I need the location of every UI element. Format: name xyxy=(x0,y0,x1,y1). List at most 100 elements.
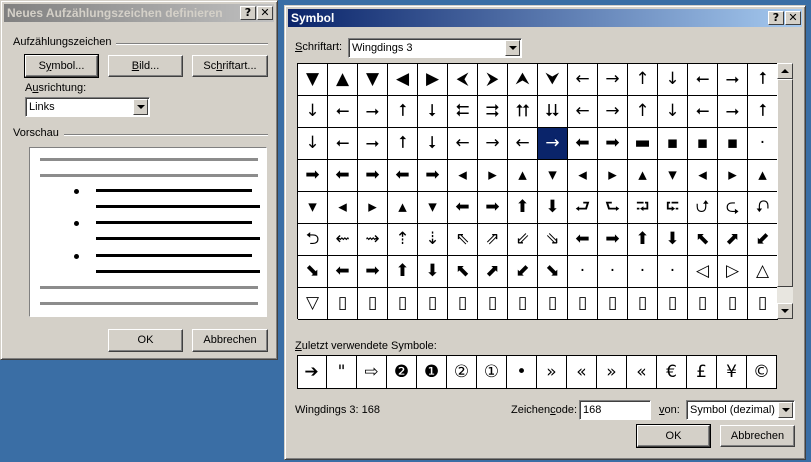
symbol-cell[interactable]: ▪ xyxy=(718,128,748,160)
symbol-cell[interactable]: ▬ xyxy=(628,128,658,160)
symbol-cell[interactable]: ➡ xyxy=(358,160,388,192)
symbol-cell[interactable]: ⬉ xyxy=(688,224,718,256)
charcode-input[interactable]: 168 xyxy=(579,400,651,420)
recent-symbol-cell[interactable]: ① xyxy=(477,356,507,388)
symbol-cell[interactable]: ⭣ xyxy=(418,96,448,128)
symbol-cell[interactable]: ➡ xyxy=(598,224,628,256)
symbol-cell[interactable]: ◀ xyxy=(388,64,418,96)
recent-symbol-cell[interactable]: • xyxy=(507,356,537,388)
symbol-cell[interactable]: ▯ xyxy=(388,288,418,320)
symbol-cell[interactable]: ▸ xyxy=(718,160,748,192)
symbol-cell[interactable]: ➡ xyxy=(598,128,628,160)
symbol-cell[interactable]: ↓ xyxy=(658,64,688,96)
symbol-cell[interactable]: ⮝ xyxy=(508,64,538,96)
symbol-cell[interactable]: ⬈ xyxy=(718,224,748,256)
bullet-dialog-titlebar[interactable]: Neues Aufzählungszeichen definieren ? ✕ xyxy=(4,4,274,22)
font-button[interactable]: Schriftart... xyxy=(192,55,268,77)
symbol-cell[interactable]: ▾ xyxy=(298,192,328,224)
symbol-cell[interactable]: ▪ xyxy=(658,128,688,160)
symbol-cell[interactable]: ⬆ xyxy=(388,256,418,288)
symbol-cell[interactable]: → xyxy=(598,64,628,96)
symbol-cell[interactable]: ▼ xyxy=(358,64,388,96)
symbol-cell[interactable]: ⬅ xyxy=(568,128,598,160)
symbol-cell[interactable]: ▸ xyxy=(478,160,508,192)
symbol-cell[interactable]: ⇜ xyxy=(328,224,358,256)
symbol-cell[interactable]: ⬅ xyxy=(328,256,358,288)
symbol-cell[interactable]: ▪ xyxy=(688,128,718,160)
symbol-cell[interactable]: ◂ xyxy=(328,192,358,224)
recent-symbol-cell[interactable]: ② xyxy=(447,356,477,388)
symbol-cell[interactable]: · xyxy=(598,256,628,288)
symbol-cell[interactable]: ◂ xyxy=(568,160,598,192)
symbol-cell[interactable]: ▸ xyxy=(358,192,388,224)
symbol-cell[interactable]: ➡ xyxy=(478,192,508,224)
symbol-dialog-help-button[interactable]: ? xyxy=(768,11,784,25)
symbol-cell[interactable]: ⬅ xyxy=(328,160,358,192)
symbol-button[interactable]: Symbol... xyxy=(24,54,99,78)
symbol-cell[interactable]: ⇘ xyxy=(538,224,568,256)
symbol-cell[interactable]: ⇣ xyxy=(418,224,448,256)
symbol-cell[interactable]: → xyxy=(538,128,568,160)
symbol-cell[interactable]: ⇗ xyxy=(478,224,508,256)
symbol-cell[interactable]: ▴ xyxy=(388,192,418,224)
symbol-cell[interactable]: · xyxy=(568,256,598,288)
symbol-cell[interactable]: ⮒ xyxy=(628,192,658,224)
symbol-cell[interactable]: ⭡ xyxy=(388,128,418,160)
symbol-grid-scrollbar[interactable] xyxy=(777,63,793,319)
symbol-cell[interactable]: ⮎ xyxy=(718,192,748,224)
symbol-cell[interactable]: ⬇ xyxy=(538,192,568,224)
scroll-down-button[interactable] xyxy=(777,303,793,319)
recent-symbol-cell[interactable]: » xyxy=(537,356,567,388)
symbol-cell[interactable]: ▯ xyxy=(598,288,628,320)
symbol-cell[interactable]: ➡ xyxy=(298,160,328,192)
symbol-cell[interactable]: ⬅ xyxy=(388,160,418,192)
symbol-cell[interactable]: ⭣ xyxy=(418,128,448,160)
symbol-cell[interactable]: ▯ xyxy=(358,288,388,320)
symbol-cell[interactable]: ▴ xyxy=(628,160,658,192)
symbol-cancel-button[interactable]: Abbrechen xyxy=(720,425,795,447)
recent-symbol-cell[interactable]: ➔ xyxy=(297,356,327,388)
symbol-cell[interactable]: ↓ xyxy=(298,128,328,160)
symbol-cell[interactable]: · xyxy=(658,256,688,288)
from-select[interactable]: Symbol (dezimal) xyxy=(686,400,795,420)
symbol-cell[interactable]: ▯ xyxy=(628,288,658,320)
symbol-cell[interactable]: ⮍ xyxy=(688,192,718,224)
symbol-cell[interactable]: ⬉ xyxy=(448,256,478,288)
symbol-cell[interactable]: ◂ xyxy=(688,160,718,192)
bullet-ok-button[interactable]: OK xyxy=(108,329,183,352)
symbol-cell[interactable]: ⮌ xyxy=(298,224,328,256)
picture-button[interactable]: Bild... xyxy=(108,55,183,77)
symbol-ok-button[interactable]: OK xyxy=(636,424,711,448)
symbol-cell[interactable]: ⭠ xyxy=(328,96,358,128)
symbol-cell[interactable]: ↑ xyxy=(628,64,658,96)
symbol-cell[interactable]: ▯ xyxy=(658,288,688,320)
symbol-cell[interactable]: ⭠ xyxy=(688,64,718,96)
alignment-select[interactable]: Links xyxy=(25,97,150,117)
symbol-cell[interactable]: ⇖ xyxy=(448,224,478,256)
symbol-cell[interactable]: ⮓ xyxy=(658,192,688,224)
recent-symbol-cell[interactable]: " xyxy=(327,356,357,388)
symbol-cell[interactable]: ⮄ xyxy=(448,96,478,128)
symbol-cell[interactable]: ◁ xyxy=(688,256,718,288)
symbol-cell[interactable]: ⇝ xyxy=(358,224,388,256)
symbol-cell[interactable]: ▯ xyxy=(568,288,598,320)
symbol-cell[interactable]: ⬇ xyxy=(418,256,448,288)
scroll-up-button[interactable] xyxy=(777,63,793,79)
symbol-cell[interactable]: ↑ xyxy=(628,96,658,128)
symbol-cell[interactable]: ▯ xyxy=(328,288,358,320)
symbol-cell[interactable]: ▯ xyxy=(748,288,778,320)
symbol-cell[interactable]: ⬊ xyxy=(538,256,568,288)
symbol-dialog-titlebar[interactable]: Symbol ? ✕ xyxy=(288,9,802,27)
chevron-down-icon[interactable] xyxy=(133,99,148,115)
symbol-cell[interactable]: ◂ xyxy=(448,160,478,192)
symbol-cell[interactable]: ⬈ xyxy=(478,256,508,288)
recent-symbol-cell[interactable]: ¥ xyxy=(717,356,747,388)
symbol-cell[interactable]: ⭡ xyxy=(748,96,778,128)
symbol-cell[interactable]: → xyxy=(598,96,628,128)
symbol-cell[interactable]: → xyxy=(478,128,508,160)
symbol-cell[interactable]: · xyxy=(748,128,778,160)
symbol-cell[interactable]: ▽ xyxy=(298,288,328,320)
symbol-dialog-close-button[interactable]: ✕ xyxy=(785,11,801,25)
symbol-cell[interactable]: ⬇ xyxy=(658,224,688,256)
symbol-cell[interactable]: ⮞ xyxy=(478,64,508,96)
